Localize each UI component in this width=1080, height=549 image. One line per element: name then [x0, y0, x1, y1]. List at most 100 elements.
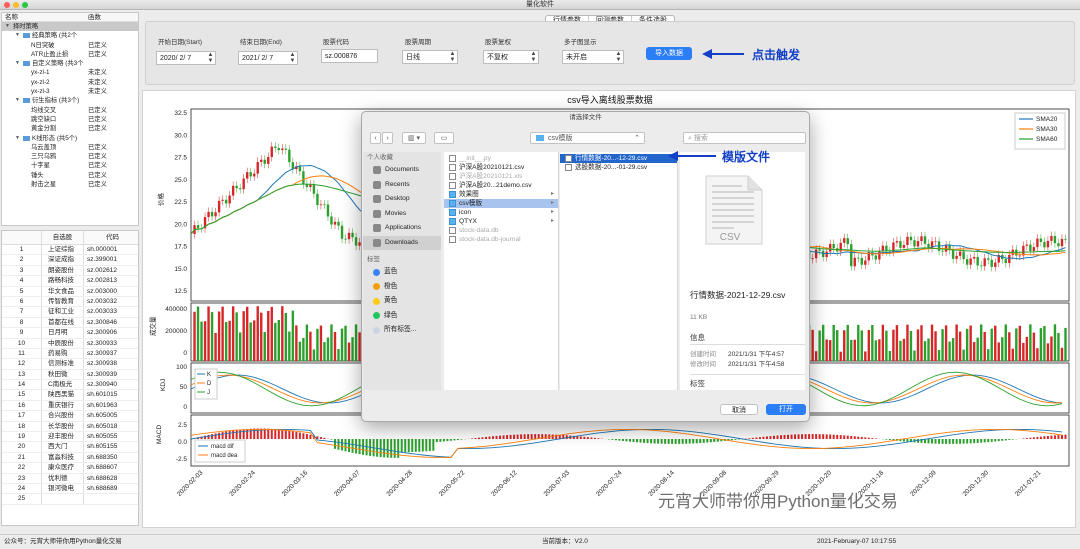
stock-code-input[interactable]: sz.000876: [321, 49, 378, 63]
tag-item[interactable]: 黄色: [363, 294, 441, 309]
strategy-tree-item[interactable]: N日突破已定义: [2, 41, 138, 50]
chevron-down-icon[interactable]: ▼: [5, 22, 10, 31]
strategy-tree-item[interactable]: 三只乌鸦已定义: [2, 152, 138, 161]
view-mode-button[interactable]: ▥ ▾: [402, 132, 426, 144]
strategy-tree-item[interactable]: ▼衍生指标 (共3个): [2, 96, 138, 105]
file-item[interactable]: 行情数据-20...-12-29.csv: [560, 154, 677, 163]
macd-bar: [854, 436, 856, 439]
watchlist-row[interactable]: 2深证成指sz.399001: [2, 255, 138, 265]
folder-icon: [536, 135, 544, 141]
watchlist-row[interactable]: 16重庆银行sh.601963: [2, 401, 138, 411]
strategy-tree-item[interactable]: yx-zl-1未定义: [2, 68, 138, 77]
file-item[interactable]: __init__.py: [444, 154, 558, 163]
import-data-button[interactable]: 导入数据: [646, 47, 692, 60]
strategy-tree-item[interactable]: ▼自定义策略 (共3个: [2, 59, 138, 68]
chevron-down-icon[interactable]: ▼: [15, 134, 20, 143]
sidebar-item-5[interactable]: Downloads: [363, 236, 441, 251]
strategy-tree-item[interactable]: ▼K线形态 (共5个): [2, 134, 138, 143]
search-field[interactable]: ⌕ 搜索: [683, 132, 806, 144]
sidebar-item-2[interactable]: Desktop: [363, 192, 441, 207]
watchlist-row[interactable]: 1上证综指sh.000001: [2, 245, 138, 255]
file-item[interactable]: 沪深A股20210121.csv: [444, 163, 558, 172]
sidebar-item-0[interactable]: Documents: [363, 163, 441, 178]
sidebar-item-4[interactable]: Applications: [363, 221, 441, 236]
period-select[interactable]: 日线 ▲▼: [402, 50, 458, 64]
watchlist-row[interactable]: 23优利德sh.688628: [2, 474, 138, 484]
sidebar-item-1[interactable]: Recents: [363, 178, 441, 193]
file-item[interactable]: 沪深A股20...21demo.csv: [444, 181, 558, 190]
open-button[interactable]: 打开: [766, 404, 806, 415]
file-item[interactable]: stock-data.db: [444, 226, 558, 235]
watchlist-row[interactable]: 14C南极光sz.300940: [2, 380, 138, 390]
watchlist-row[interactable]: 24银河微电sh.688689: [2, 484, 138, 494]
watchlist-row[interactable]: 5华文食品sz.003000: [2, 287, 138, 297]
watchlist-row[interactable]: 4路畅科技sz.002813: [2, 276, 138, 286]
forward-button[interactable]: ›: [382, 132, 393, 144]
watchlist-row[interactable]: 19迎丰股份sh.605055: [2, 432, 138, 442]
candle-body: [1054, 236, 1056, 243]
watchlist-row[interactable]: 13秋田微sz.300939: [2, 370, 138, 380]
watchlist-row[interactable]: 17合兴股份sh.605005: [2, 411, 138, 421]
cancel-button[interactable]: 取消: [720, 404, 758, 415]
watchlist-row[interactable]: 3朗姿股份sz.002612: [2, 266, 138, 276]
watchlist-row[interactable]: 6传智教育sz.003032: [2, 297, 138, 307]
file-item[interactable]: 选股数据-20...-01-29.csv: [560, 163, 677, 172]
chevron-down-icon[interactable]: ▼: [15, 59, 20, 68]
macd-bar: [513, 435, 515, 439]
watchlist-row[interactable]: 10中辰股份sz.300933: [2, 339, 138, 349]
strategy-tree-item[interactable]: 十字星已定义: [2, 161, 138, 170]
file-item[interactable]: icon▸: [444, 208, 558, 217]
strategy-tree-item[interactable]: 乌云盖顶已定义: [2, 143, 138, 152]
watchlist-row[interactable]: 15陕西黑猫sh.601015: [2, 390, 138, 400]
chevron-down-icon[interactable]: ▼: [15, 31, 20, 40]
tag-item[interactable]: 橙色: [363, 280, 441, 295]
strategy-tree-item[interactable]: ▼经典策略 (共2个: [2, 31, 138, 40]
strategy-tree-item[interactable]: 均线交叉已定义: [2, 106, 138, 115]
watchlist-row[interactable]: 18长华股份sh.605018: [2, 422, 138, 432]
file-item[interactable]: 效果图▸: [444, 190, 558, 199]
candle-body: [288, 150, 290, 162]
watchlist-row[interactable]: 12信测标准sz.300938: [2, 359, 138, 369]
file-item[interactable]: QTYX▸: [444, 217, 558, 226]
minimize-window-icon[interactable]: [13, 2, 19, 8]
sidebar-item-3[interactable]: Movies: [363, 207, 441, 222]
watchlist-row[interactable]: 22康众医疗sh.688607: [2, 463, 138, 473]
strategy-tree-item[interactable]: 锤头已定义: [2, 171, 138, 180]
candle-body: [843, 238, 845, 243]
stepper-icon[interactable]: ▲▼: [288, 52, 297, 64]
watchlist-row[interactable]: 20西大门sh.605155: [2, 442, 138, 452]
strategy-tree-item[interactable]: 跳空缺口已定义: [2, 115, 138, 124]
watchlist-row[interactable]: 11药易购sz.300937: [2, 349, 138, 359]
subplot-select[interactable]: 未开启 ▲▼: [562, 50, 624, 64]
watchlist-row[interactable]: 25: [2, 494, 138, 504]
watchlist-row[interactable]: 21富淼科技sh.688350: [2, 453, 138, 463]
volume-bar: [193, 312, 195, 361]
new-folder-button[interactable]: ▭: [434, 132, 454, 144]
zoom-window-icon[interactable]: [22, 2, 28, 8]
watchlist-row[interactable]: 8首都在线sz.300846: [2, 318, 138, 328]
end-date-field[interactable]: 2021/ 2/ 7 ▲▼: [238, 51, 298, 65]
strategy-tree-item[interactable]: ATR止盈止损已定义: [2, 50, 138, 59]
file-item[interactable]: csv模版▸: [444, 199, 558, 208]
start-date-field[interactable]: 2020/ 2/ 7 ▲▼: [156, 51, 216, 65]
back-button[interactable]: ‹: [370, 132, 381, 144]
strategy-tree-item[interactable]: 黄金分割已定义: [2, 124, 138, 133]
watchlist-row[interactable]: 9日月明sz.300906: [2, 328, 138, 338]
candle-body: [924, 236, 926, 243]
strategy-tree-item[interactable]: yx-zl-3未定义: [2, 87, 138, 96]
tag-item[interactable]: 蓝色: [363, 265, 441, 280]
strategy-tree-item[interactable]: ▼择时策略: [2, 22, 138, 31]
close-window-icon[interactable]: [4, 2, 10, 8]
file-item[interactable]: stock-data.db-journal: [444, 235, 558, 244]
watchlist-row[interactable]: 7征和工业sz.003033: [2, 307, 138, 317]
adjust-select[interactable]: 不复权 ▲▼: [483, 50, 539, 64]
chevron-down-icon[interactable]: ▼: [15, 96, 20, 105]
tag-item[interactable]: 绿色: [363, 309, 441, 324]
macd-bar: [359, 439, 361, 454]
strategy-tree-item[interactable]: yx-zl-2未定义: [2, 78, 138, 87]
folder-popup[interactable]: csv模版 ⌃: [530, 132, 645, 144]
strategy-tree-item[interactable]: 射击之星已定义: [2, 180, 138, 189]
stepper-icon[interactable]: ▲▼: [206, 52, 215, 64]
file-item[interactable]: 沪深A股20210121.xls: [444, 172, 558, 181]
tag-item[interactable]: 所有标签...: [363, 323, 441, 338]
